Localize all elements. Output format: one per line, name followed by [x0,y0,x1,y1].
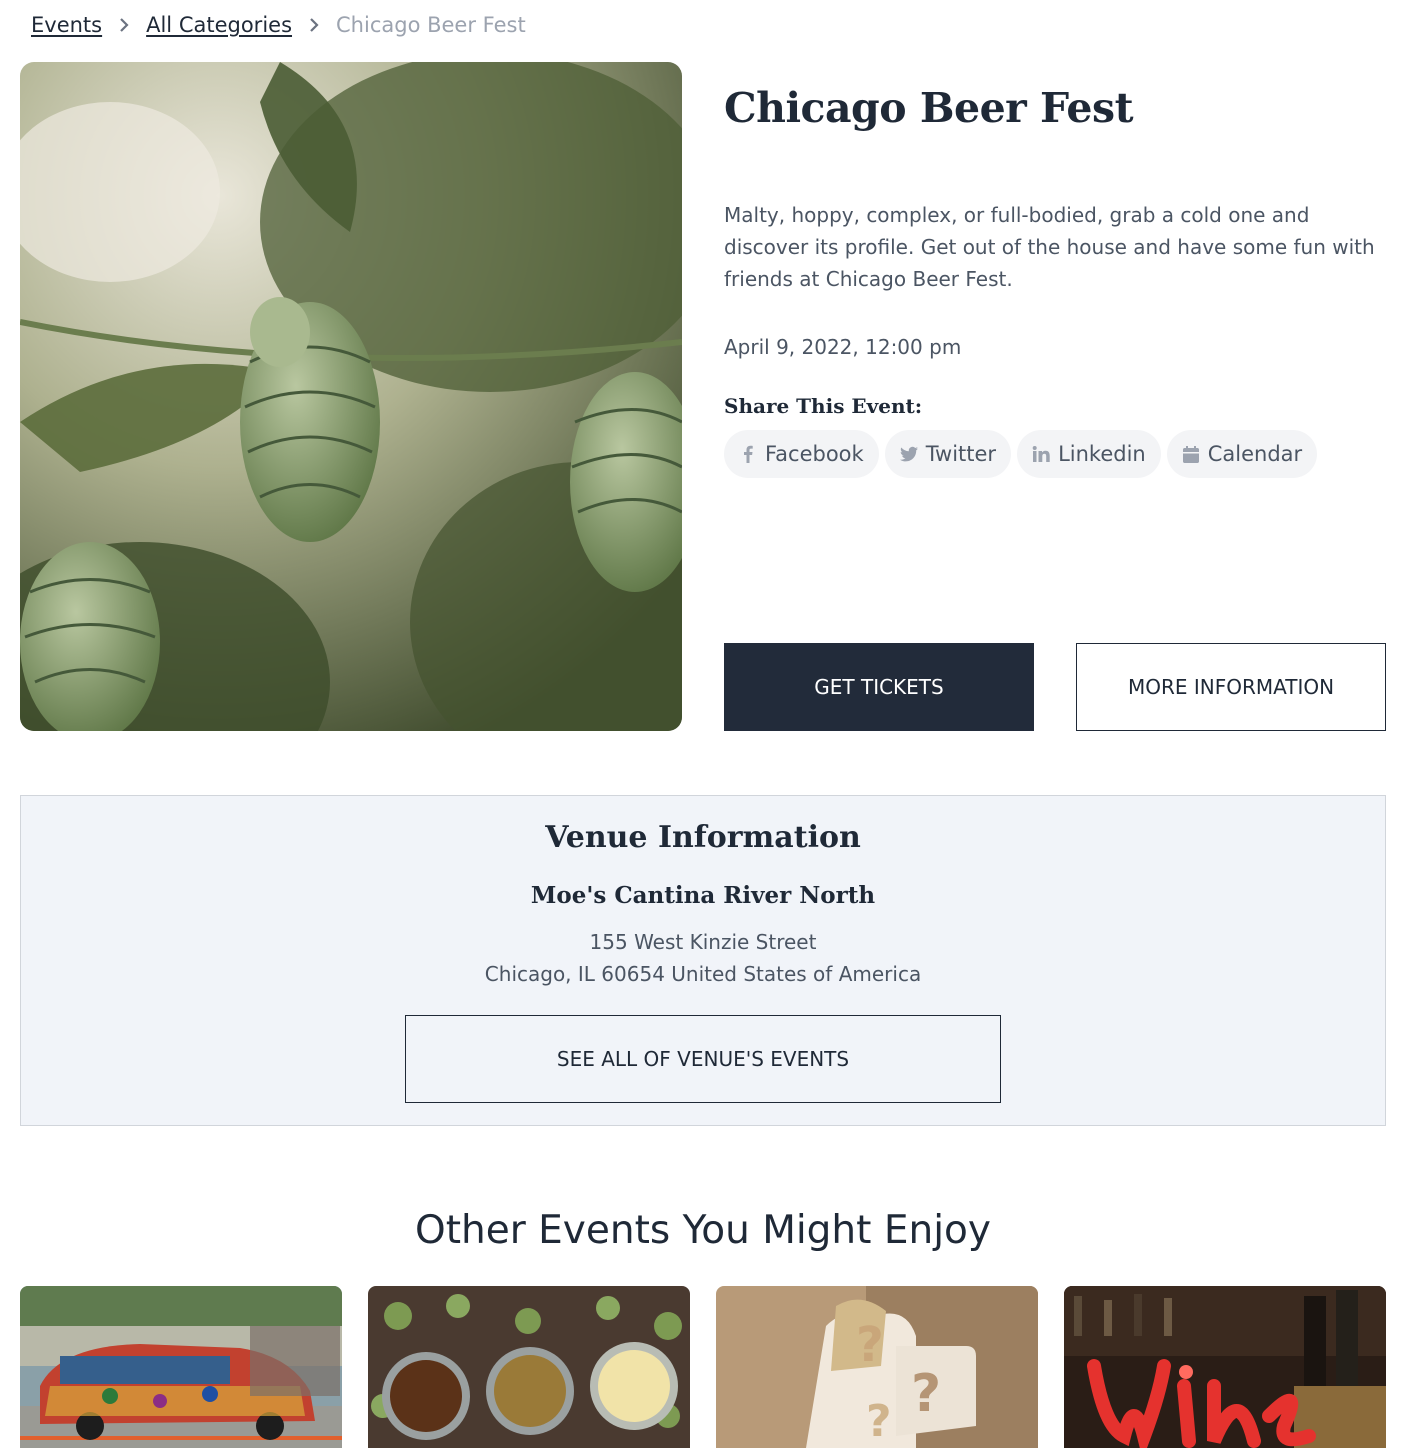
share-heading: Share This Event: [724,394,923,418]
facebook-icon [744,445,753,463]
share-linkedin-button[interactable]: Linkedin [1017,430,1161,478]
other-event-card-2[interactable] [368,1286,690,1448]
venue-address-line2: Chicago, IL 60654 United States of Ameri… [484,962,922,986]
event-datetime: April 9, 2022, 12:00 pm [724,335,962,359]
breadcrumb: Events All Categories Chicago Beer Fest [31,8,526,42]
beer-flight-hops-photo [368,1286,690,1448]
share-calendar-label: Calendar [1207,442,1303,466]
other-event-card-4[interactable] [1064,1286,1386,1448]
twitter-icon [899,446,918,462]
venue-information-panel: Venue Information Moe's Cantina River No… [20,795,1386,1126]
event-description: Malty, hoppy, complex, or full-bodied, g… [724,203,1375,291]
breadcrumb-current: Chicago Beer Fest [336,13,526,37]
chevron-right-icon [292,17,336,33]
wine-neon-sign-photo [1064,1286,1386,1448]
linkedin-icon [1032,446,1050,462]
share-facebook-button[interactable]: Facebook [724,430,879,478]
share-calendar-button[interactable]: Calendar [1166,430,1318,478]
art-car-parade-photo [20,1286,342,1448]
event-title: Chicago Beer Fest [724,84,1134,132]
share-facebook-label: Facebook [765,442,864,466]
share-buttons: Facebook Twitter Linkedin Calendar [724,430,1318,478]
question-marks-photo: ? ? ? [716,1286,1038,1448]
more-information-button[interactable]: MORE INFORMATION [1076,643,1386,731]
other-event-card-3[interactable]: ? ? ? [716,1286,1038,1448]
share-twitter-button[interactable]: Twitter [884,430,1012,478]
share-linkedin-label: Linkedin [1058,442,1146,466]
breadcrumb-all-categories-link[interactable]: All Categories [146,13,292,37]
venue-address-line1: 155 West Kinzie Street [589,930,817,954]
svg-text:?: ? [856,1317,884,1373]
get-tickets-button[interactable]: GET TICKETS [724,643,1034,731]
calendar-icon [1182,446,1199,463]
see-all-venue-events-button[interactable]: SEE ALL OF VENUE'S EVENTS [405,1015,1001,1103]
other-events-heading: Other Events You Might Enjoy [415,1208,991,1253]
other-event-card-1[interactable] [20,1286,342,1448]
svg-text:?: ? [866,1396,892,1447]
svg-text:?: ? [911,1364,941,1424]
chevron-right-icon [102,17,146,33]
event-image [20,62,682,731]
breadcrumb-events-link[interactable]: Events [31,13,102,37]
venue-name: Moe's Cantina River North [530,882,876,909]
share-twitter-label: Twitter [925,442,997,466]
venue-heading: Venue Information [545,820,861,855]
